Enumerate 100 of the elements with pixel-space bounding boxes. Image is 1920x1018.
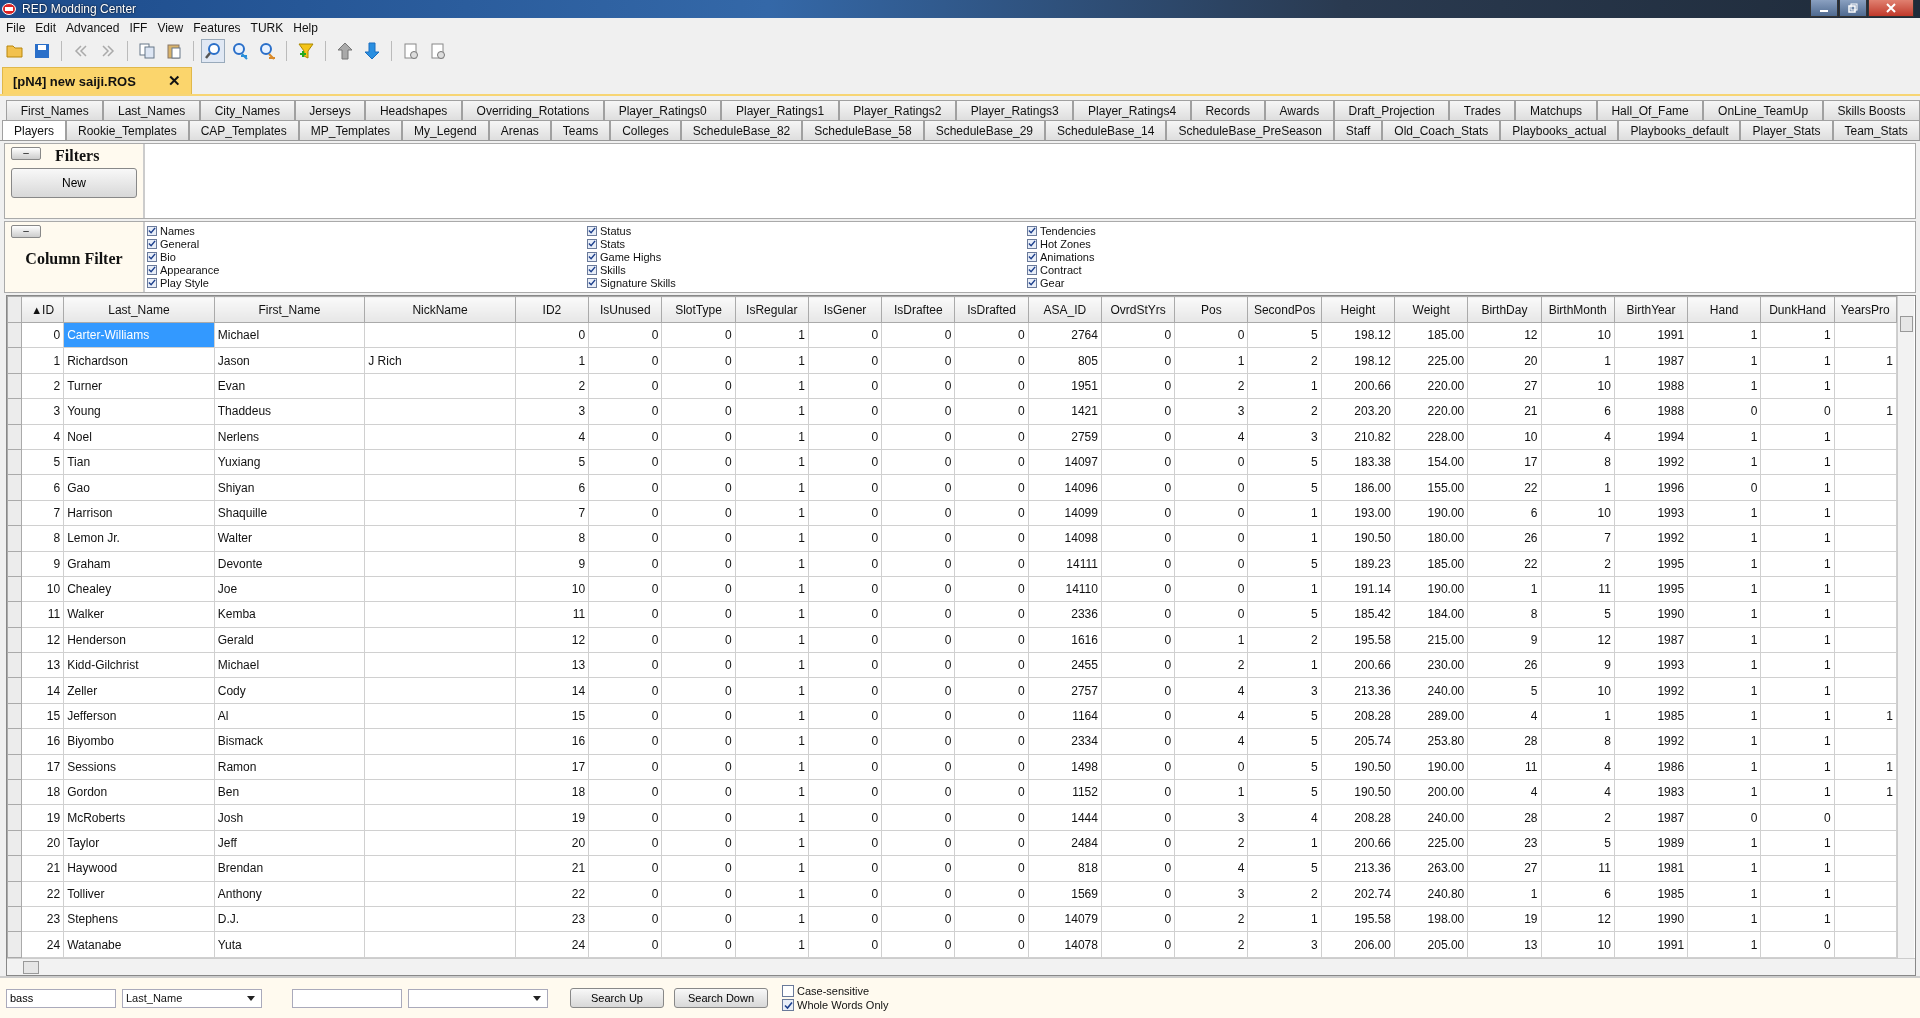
search-icon[interactable] [202, 40, 224, 62]
column-header[interactable]: SlotType [661, 296, 736, 323]
column-header[interactable]: BirthDay [1467, 296, 1542, 323]
checkbox[interactable] [587, 264, 597, 275]
close-tab-button[interactable]: ✕ [168, 72, 181, 90]
search-field[interactable]: bass [6, 988, 116, 1008]
tab[interactable]: MP_Templates [298, 120, 403, 140]
tab[interactable]: OnLine_TeamUp [1703, 100, 1823, 120]
checkbox[interactable] [782, 999, 794, 1011]
tab[interactable]: Teams [550, 120, 611, 140]
checkbox[interactable] [1027, 251, 1037, 262]
column-header[interactable]: ID2 [515, 296, 589, 323]
column-header[interactable]: Pos [1174, 296, 1248, 323]
checkbox[interactable] [1027, 277, 1037, 288]
column-header[interactable]: Height [1321, 296, 1395, 323]
tab[interactable]: Hall_Of_Fame [1596, 100, 1704, 120]
column-header[interactable]: YearsPro [1834, 296, 1897, 323]
column-header[interactable]: SecondPos [1248, 296, 1322, 323]
menu-item[interactable]: Advanced [66, 21, 120, 35]
vertical-scrollbar[interactable] [1897, 296, 1914, 958]
tab[interactable]: City_Names [200, 100, 295, 120]
column-header[interactable]: NickName [364, 296, 516, 323]
tab[interactable]: My_Legend [402, 120, 489, 140]
tab[interactable]: Staff [1333, 120, 1383, 140]
minimize-button[interactable] [1810, 0, 1838, 17]
tab[interactable]: Records [1190, 100, 1265, 120]
column-header[interactable]: ASA_ID [1028, 296, 1102, 323]
tab[interactable]: Old_Coach_Stats [1382, 120, 1501, 140]
filter-icon[interactable] [295, 40, 317, 62]
menu-item[interactable]: Help [293, 21, 318, 35]
column-header[interactable]: IsGener [808, 296, 882, 323]
column-header[interactable]: IsRegular [735, 296, 809, 323]
tab[interactable]: Players [2, 120, 66, 140]
menu-item[interactable]: File [6, 21, 26, 35]
menu-item[interactable]: Edit [35, 21, 57, 35]
tab[interactable]: Team_Stats [1832, 120, 1920, 140]
tab[interactable]: Skills Boosts [1822, 100, 1920, 120]
tab[interactable]: Arenas [488, 120, 551, 140]
column-header[interactable]: DunkHand [1760, 296, 1835, 323]
tab[interactable]: Playbooks_default [1618, 120, 1741, 140]
column-header[interactable]: First_Name [214, 296, 365, 323]
tab[interactable]: Matchups [1515, 100, 1597, 120]
column-header[interactable]: IsDrafted [954, 296, 1029, 323]
column-header[interactable]: IsUnused [588, 296, 662, 323]
column-header[interactable]: Hand [1687, 296, 1761, 323]
close-button[interactable] [1868, 0, 1914, 17]
tab[interactable]: Last_Names [103, 100, 200, 120]
tab[interactable]: ScheduleBase_58 [802, 120, 924, 140]
tab[interactable]: Draft_Projection [1333, 100, 1450, 120]
tab[interactable]: Headshapes [365, 100, 462, 120]
copy-icon[interactable] [136, 40, 158, 62]
column-header[interactable]: BirthMonth [1541, 296, 1615, 323]
checkbox[interactable] [1027, 238, 1037, 249]
tab[interactable]: Trades [1449, 100, 1516, 120]
checkbox[interactable] [1027, 225, 1037, 236]
column-header[interactable]: Weight [1394, 296, 1468, 323]
tab[interactable]: Overriding_Rotations [461, 100, 604, 120]
tab[interactable]: ScheduleBase_29 [923, 120, 1046, 140]
text-field[interactable] [292, 988, 402, 1008]
checkbox[interactable] [587, 251, 597, 262]
checkbox[interactable] [1027, 264, 1037, 275]
tab[interactable]: Colleges [610, 120, 681, 140]
column-header[interactable]: ▲ID [21, 296, 64, 323]
checkbox[interactable] [147, 264, 157, 275]
document-tab[interactable]: [pN4] new saiji.ROS ✕ [2, 67, 192, 94]
tab[interactable]: ScheduleBase_82 [680, 120, 803, 140]
menu-item[interactable]: IFF [129, 21, 148, 35]
checkbox[interactable] [147, 251, 157, 262]
tab[interactable]: First_Names [6, 100, 104, 120]
tab[interactable]: ScheduleBase_PreSeason [1166, 120, 1334, 140]
tab[interactable]: ScheduleBase_14 [1045, 120, 1167, 140]
tab[interactable]: Player_Stats [1740, 120, 1833, 140]
search-down-button[interactable]: Search Down [674, 988, 768, 1008]
new-filter-button[interactable]: New [11, 168, 137, 198]
menu-item[interactable]: Features [193, 21, 241, 35]
checkbox[interactable] [782, 985, 794, 997]
tab[interactable]: Player_Ratings4 [1073, 100, 1191, 120]
menu-item[interactable]: TURK [250, 21, 284, 35]
tab[interactable]: Player_Ratings0 [604, 100, 722, 120]
collapse-button[interactable]: – [11, 147, 41, 160]
tab[interactable]: CAP_Templates [188, 120, 299, 140]
menu-item[interactable]: View [157, 21, 184, 35]
restore-button[interactable] [1839, 0, 1867, 17]
tab[interactable]: Player_Ratings2 [838, 100, 957, 120]
checkbox[interactable] [587, 225, 597, 236]
tab[interactable]: Jerseys [294, 100, 366, 120]
checkbox[interactable] [587, 238, 597, 249]
column-header[interactable]: IsDraftee [881, 296, 955, 323]
checkbox[interactable] [147, 225, 157, 236]
checkbox[interactable] [147, 277, 157, 288]
tab[interactable]: Player_Ratings1 [721, 100, 839, 120]
column-header[interactable]: BirthYear [1614, 296, 1688, 323]
tab[interactable]: Player_Ratings3 [956, 100, 1074, 120]
column-dropdown[interactable]: Last_Name [122, 988, 262, 1008]
collapse-button[interactable]: – [11, 225, 41, 238]
tab[interactable]: Awards [1264, 100, 1334, 120]
tab[interactable]: Playbooks_actual [1500, 120, 1619, 140]
column-header[interactable]: OvrdStYrs [1101, 296, 1175, 323]
checkbox[interactable] [147, 238, 157, 249]
search-up-button[interactable]: Search Up [570, 988, 664, 1008]
